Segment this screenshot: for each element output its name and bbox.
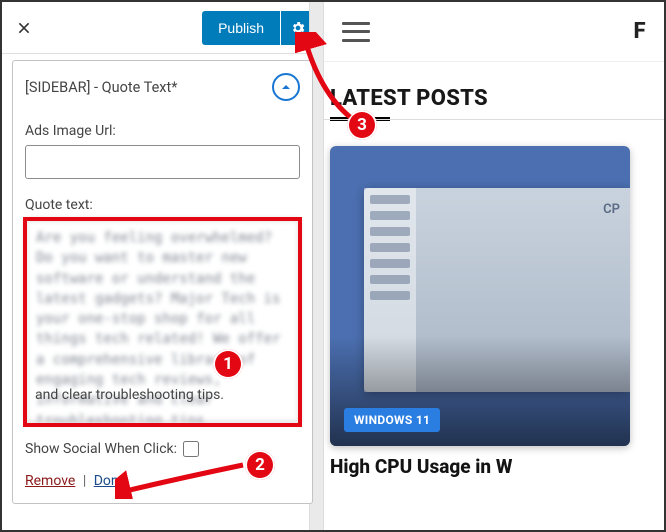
widget-title: [SIDEBAR] - Quote Text*: [25, 79, 177, 96]
widget-action-links: Remove | Done: [25, 473, 300, 489]
close-button[interactable]: [10, 14, 38, 42]
editor-sidebar: Publish [SIDEBAR] - Quote Text* Ads Imag…: [2, 2, 324, 530]
done-link[interactable]: Done: [94, 473, 126, 489]
thumbnail-cpu-label: CP: [603, 202, 620, 217]
close-icon: [16, 20, 32, 36]
post-thumbnail: CP WINDOWS 11: [330, 146, 630, 446]
link-separator: |: [79, 473, 90, 489]
collapse-button[interactable]: [272, 73, 300, 101]
post-category-tag[interactable]: WINDOWS 11: [344, 408, 440, 432]
latest-posts-heading: LATEST POSTS: [330, 86, 664, 111]
remove-link[interactable]: Remove: [25, 473, 75, 489]
show-social-row: Show Social When Click:: [25, 441, 300, 457]
post-title[interactable]: High CPU Usage in W: [330, 456, 630, 479]
quote-text-visible-line: and clear troubleshooting tips.: [35, 387, 224, 403]
site-header: F: [324, 2, 664, 62]
ads-url-label: Ads Image Url:: [25, 123, 300, 139]
menu-button[interactable]: [342, 22, 370, 42]
publish-button[interactable]: Publish: [202, 11, 280, 45]
ads-url-input[interactable]: [25, 145, 300, 179]
quote-text-wrap: and clear troubleshooting tips.: [25, 219, 300, 427]
heading-divider: [324, 119, 664, 120]
hamburger-icon: [342, 22, 370, 25]
editor-topbar: Publish: [2, 2, 323, 54]
widget-panel-body: [SIDEBAR] - Quote Text* Ads Image Url: Q…: [2, 54, 323, 530]
chevron-up-icon: [280, 81, 292, 93]
site-logo: F: [633, 19, 646, 44]
gear-icon: [290, 20, 306, 36]
show-social-checkbox[interactable]: [183, 441, 199, 457]
post-card[interactable]: CP WINDOWS 11 High CPU Usage in W: [330, 146, 630, 479]
latest-posts-section: LATEST POSTS CP WINDOWS 11 High CPU Usag…: [324, 62, 664, 479]
quote-text-label: Quote text:: [25, 197, 300, 213]
publish-group: Publish: [202, 11, 315, 45]
widget-box: [SIDEBAR] - Quote Text* Ads Image Url: Q…: [12, 60, 313, 504]
show-social-label: Show Social When Click:: [25, 441, 177, 457]
widget-header: [SIDEBAR] - Quote Text*: [25, 71, 300, 109]
site-preview: F LATEST POSTS CP WINDOWS 11 High CPU U: [324, 2, 664, 530]
